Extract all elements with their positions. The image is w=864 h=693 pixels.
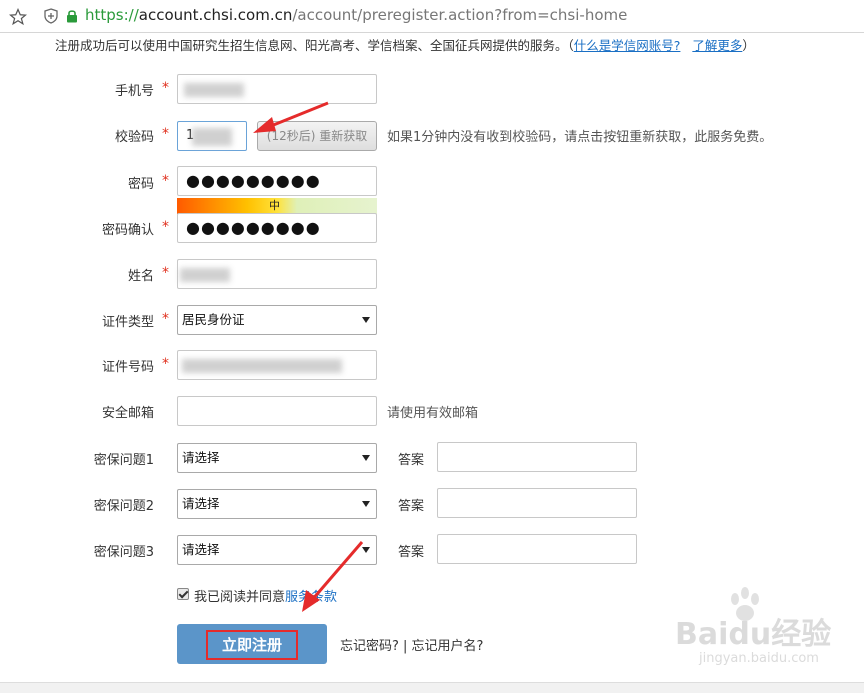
- bottom-bar: [0, 682, 864, 693]
- redacted-blur: [192, 128, 232, 146]
- notice-text: 注册成功后可以使用中国研究生招生信息网、阳光高考、学信档案、全国征兵网提供的服务…: [55, 38, 568, 53]
- security-question-2-select[interactable]: 请选择: [177, 489, 377, 519]
- verification-code-input[interactable]: 1: [177, 121, 247, 151]
- answer-1-input[interactable]: [437, 442, 637, 472]
- answer-2-input[interactable]: [437, 488, 637, 518]
- select-value: 请选择: [182, 496, 220, 511]
- agree-terms-checkbox[interactable]: [177, 588, 189, 600]
- id-number-label: 证件号码: [101, 360, 154, 375]
- id-type-value: 居民身份证: [182, 312, 245, 327]
- answer-3-label: 答案: [398, 545, 425, 560]
- confirm-password-input[interactable]: ●●●●●●●●●: [177, 213, 377, 243]
- required-mark: *: [162, 265, 169, 281]
- security-question-2-label: 密保问题2: [93, 499, 154, 514]
- learn-more-link[interactable]: 了解更多: [692, 38, 742, 53]
- agree-terms-text: 我已阅读并同意服务条款: [194, 586, 337, 605]
- baidu-jingyan-watermark: Baidu经验 jingyan.baidu.com: [675, 587, 855, 675]
- dropdown-arrow-icon: [362, 455, 370, 461]
- name-label: 姓名: [127, 269, 154, 284]
- id-number-input[interactable]: [177, 350, 377, 380]
- register-submit-button[interactable]: 立即注册: [177, 624, 327, 664]
- resend-code-button[interactable]: (12秒后) 重新获取: [257, 121, 377, 151]
- name-input[interactable]: [177, 259, 377, 289]
- email-hint: 请使用有效邮箱: [387, 406, 479, 421]
- password-strength-meter: 中: [177, 198, 377, 214]
- required-mark: *: [162, 126, 169, 142]
- secure-lock-icon: [67, 10, 77, 23]
- url-text[interactable]: https://account.chsi.com.cn/account/prer…: [85, 6, 627, 24]
- answer-1-label: 答案: [398, 453, 425, 468]
- security-question-3-label: 密保问题3: [93, 545, 154, 560]
- password-label: 密码: [127, 177, 154, 192]
- security-question-3-select[interactable]: 请选择: [177, 535, 377, 565]
- id-type-select[interactable]: 居民身份证: [177, 305, 377, 335]
- required-mark: *: [162, 356, 169, 372]
- required-mark: *: [162, 311, 169, 327]
- browser-address-bar[interactable]: https://account.chsi.com.cn/account/prer…: [0, 0, 864, 33]
- security-question-1-label: 密保问题1: [93, 453, 154, 468]
- phone-label: 手机号: [114, 84, 154, 99]
- code-hint: 如果1分钟内没有收到校验码，请点击按钮重新获取，此服务免费。: [387, 130, 773, 145]
- strength-label: 中: [269, 199, 280, 212]
- watermark-main: Baidu经验: [675, 617, 832, 652]
- security-question-1-select[interactable]: 请选择: [177, 443, 377, 473]
- register-button-label: 立即注册: [206, 630, 298, 660]
- answer-2-label: 答案: [398, 499, 425, 514]
- forgot-links[interactable]: 忘记密码? | 忘记用户名?: [340, 635, 483, 654]
- shield-icon[interactable]: [44, 8, 58, 24]
- dropdown-arrow-icon: [362, 501, 370, 507]
- url-scheme: https://: [85, 6, 139, 24]
- url-host: account.chsi.com.cn: [138, 6, 293, 24]
- code-label: 校验码: [114, 130, 154, 145]
- watermark-sub: jingyan.baidu.com: [699, 651, 819, 666]
- select-value: 请选择: [182, 542, 220, 557]
- select-value: 请选择: [182, 450, 220, 465]
- confirm-password-label: 密码确认: [101, 223, 154, 238]
- url-path: /account/preregister.action?from=chsi-ho…: [292, 6, 628, 24]
- required-mark: *: [162, 80, 169, 96]
- service-notice: 注册成功后可以使用中国研究生招生信息网、阳光高考、学信档案、全国征兵网提供的服务…: [55, 35, 755, 54]
- terms-of-service-link[interactable]: 服务条款: [285, 590, 337, 605]
- email-label: 安全邮箱: [101, 406, 154, 421]
- redacted-blur: [182, 359, 342, 373]
- answer-3-input[interactable]: [437, 534, 637, 564]
- redacted-blur: [184, 83, 244, 97]
- redacted-blur: [180, 268, 230, 282]
- required-mark: *: [162, 219, 169, 235]
- dropdown-arrow-icon: [362, 317, 370, 323]
- notice-paren-close: ）: [742, 38, 755, 53]
- bookmark-star-icon[interactable]: [9, 8, 27, 26]
- agree-text: 我已阅读并同意: [194, 590, 286, 605]
- required-mark: *: [162, 173, 169, 189]
- password-input[interactable]: ●●●●●●●●●: [177, 166, 377, 196]
- phone-input[interactable]: [177, 74, 377, 104]
- dropdown-arrow-icon: [362, 547, 370, 553]
- id-type-label: 证件类型: [101, 315, 154, 330]
- what-is-account-link[interactable]: 什么是学信网账号?: [574, 38, 681, 53]
- email-input[interactable]: [177, 396, 377, 426]
